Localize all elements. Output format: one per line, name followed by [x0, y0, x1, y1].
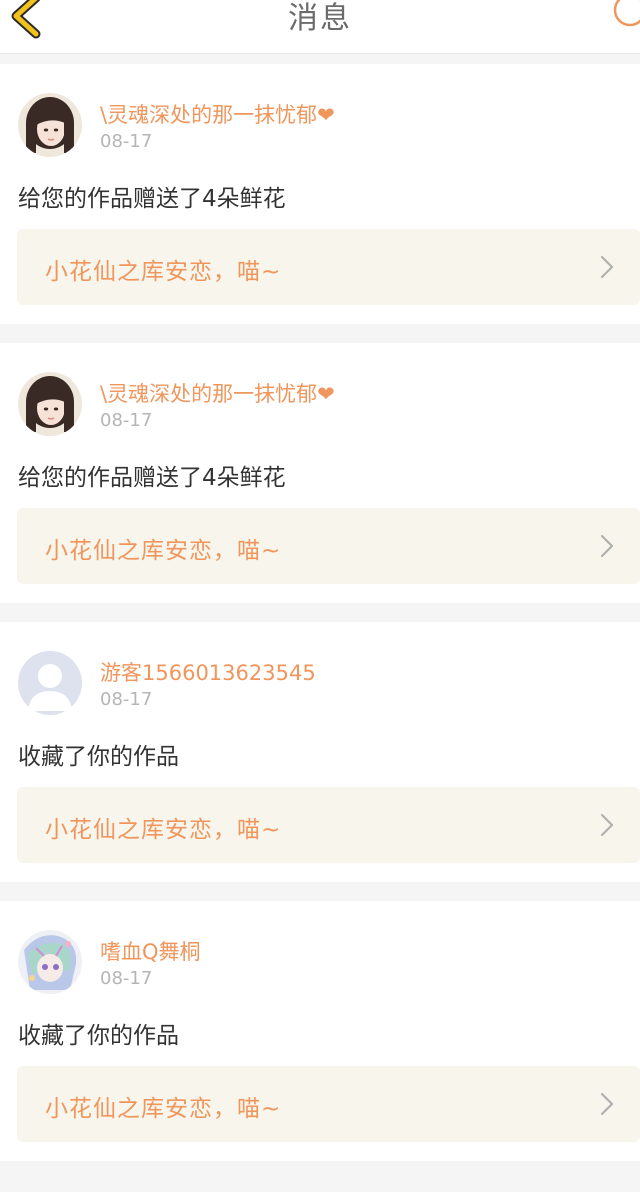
message-date: 08-17	[100, 968, 153, 989]
anime-character-avatar-icon	[18, 930, 82, 994]
default-user-avatar-icon	[18, 651, 82, 715]
work-title: 小花仙之库安恋，喵~	[45, 1096, 282, 1122]
work-link-card[interactable]: 小花仙之库安恋，喵~	[17, 787, 640, 863]
work-title: 小花仙之库安恋，喵~	[45, 817, 282, 843]
chevron-right-icon	[600, 1092, 614, 1116]
work-title: 小花仙之库安恋，喵~	[45, 259, 282, 285]
chevron-right-icon	[600, 534, 614, 558]
message-text: 给您的作品赠送了4朵鲜花	[18, 186, 286, 212]
username[interactable]: \灵魂深处的那一抹忧郁❤	[100, 378, 335, 408]
username[interactable]: 嗜血Q舞桐	[100, 936, 201, 966]
message-card: 游客1566013623545 08-17 收藏了你的作品 小花仙之库安恋，喵~	[0, 622, 640, 882]
message-text: 收藏了你的作品	[18, 1023, 179, 1049]
avatar[interactable]	[18, 651, 82, 715]
message-text: 收藏了你的作品	[18, 744, 179, 770]
message-card: \灵魂深处的那一抹忧郁❤ 08-17 给您的作品赠送了4朵鲜花 小花仙之库安恋，…	[0, 64, 640, 324]
page-title: 消息	[288, 1, 352, 36]
message-text: 给您的作品赠送了4朵鲜花	[18, 465, 286, 491]
work-link-card[interactable]: 小花仙之库安恋，喵~	[17, 229, 640, 305]
girl-photo-avatar-icon	[18, 93, 82, 157]
message-list: \灵魂深处的那一抹忧郁❤ 08-17 给您的作品赠送了4朵鲜花 小花仙之库安恋，…	[0, 64, 640, 1180]
work-link-card[interactable]: 小花仙之库安恋，喵~	[17, 508, 640, 584]
avatar[interactable]	[18, 372, 82, 436]
message-card: \灵魂深处的那一抹忧郁❤ 08-17 给您的作品赠送了4朵鲜花 小花仙之库安恋，…	[0, 343, 640, 603]
avatar[interactable]	[18, 930, 82, 994]
chevron-right-icon	[600, 255, 614, 279]
message-date: 08-17	[100, 410, 153, 431]
message-date: 08-17	[100, 131, 153, 152]
username[interactable]: 游客1566013623545	[100, 657, 316, 687]
avatar[interactable]	[18, 93, 82, 157]
username[interactable]: \灵魂深处的那一抹忧郁❤	[100, 99, 335, 129]
message-date: 08-17	[100, 689, 153, 710]
work-link-card[interactable]: 小花仙之库安恋，喵~	[17, 1066, 640, 1142]
chevron-right-icon	[600, 813, 614, 837]
work-title: 小花仙之库安恋，喵~	[45, 538, 282, 564]
top-bar: 消息	[0, 0, 640, 54]
message-card: 嗜血Q舞桐 08-17 收藏了你的作品 小花仙之库安恋，喵~	[0, 901, 640, 1161]
girl-photo-avatar-icon	[18, 372, 82, 436]
circle-icon[interactable]	[610, 0, 640, 30]
